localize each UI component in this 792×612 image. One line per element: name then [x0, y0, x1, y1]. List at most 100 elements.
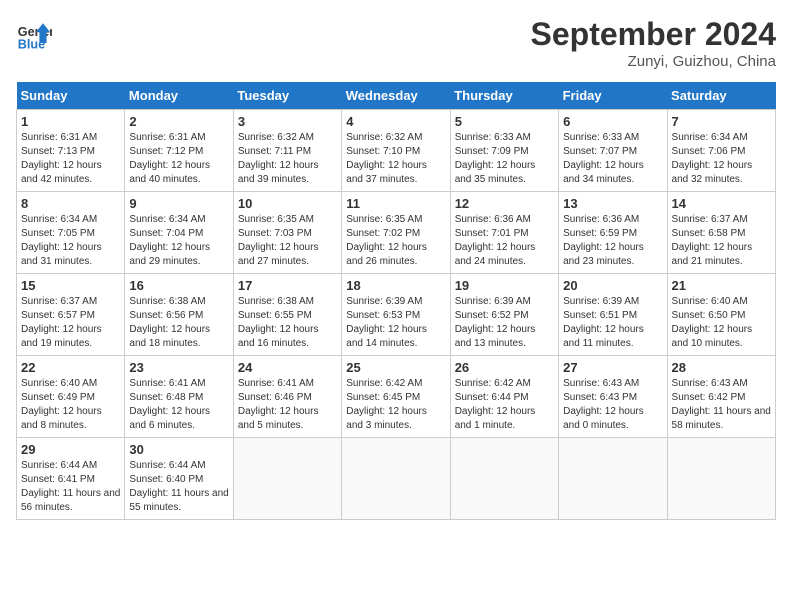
calendar-cell: 15Sunrise: 6:37 AMSunset: 6:57 PMDayligh… [17, 274, 125, 356]
calendar-week-0: 1Sunrise: 6:31 AMSunset: 7:13 PMDaylight… [17, 110, 776, 192]
day-number: 20 [563, 278, 662, 293]
cell-info: Sunrise: 6:34 AMSunset: 7:05 PMDaylight:… [21, 213, 120, 269]
day-number: 22 [21, 360, 120, 375]
location: Zunyi, Guizhou, China [531, 53, 776, 70]
calendar-cell: 26 Sunrise: 6:42 AMSunset: 6:44 PMDayligh… [450, 356, 558, 438]
day-number: 18 [346, 278, 445, 293]
day-header-tuesday: Tuesday [233, 82, 341, 110]
calendar-cell: 23 Sunrise: 6:41 AMSunset: 6:48 PMDayligh… [125, 356, 233, 438]
day-number: 13 [563, 196, 662, 211]
day-number: 21 [672, 278, 771, 293]
cell-info: Sunrise: 6:41 AMSunset: 6:46 PMDaylight:… [238, 377, 337, 433]
cell-info: Sunrise: 6:35 AMSunset: 7:03 PMDaylight:… [238, 213, 337, 269]
day-number: 14 [672, 196, 771, 211]
calendar-cell: 9Sunrise: 6:34 AMSunset: 7:04 PMDaylight… [125, 192, 233, 274]
title-block: September 2024 Zunyi, Guizhou, China [531, 16, 776, 70]
cell-info: Sunrise: 6:44 AMSunset: 6:41 PMDaylight:… [21, 459, 120, 515]
cell-info: Sunrise: 6:36 AMSunset: 6:59 PMDaylight:… [563, 213, 662, 269]
calendar-cell: 17 Sunrise: 6:38 AMSunset: 6:55 PMDayligh… [233, 274, 341, 356]
calendar-cell: 29Sunrise: 6:44 AMSunset: 6:41 PMDayligh… [17, 438, 125, 520]
cell-info: Sunrise: 6:37 AMSunset: 6:58 PMDaylight:… [672, 213, 771, 269]
day-number: 19 [455, 278, 554, 293]
cell-info: Sunrise: 6:32 AMSunset: 7:10 PMDaylight:… [346, 131, 445, 187]
cell-info: Sunrise: 6:42 AMSunset: 6:45 PMDaylight:… [346, 377, 445, 433]
cell-info: Sunrise: 6:43 AMSunset: 6:43 PMDaylight:… [563, 377, 662, 433]
calendar-table: SundayMondayTuesdayWednesdayThursdayFrid… [16, 82, 776, 520]
day-header-wednesday: Wednesday [342, 82, 450, 110]
calendar-cell: 21 Sunrise: 6:40 AMSunset: 6:50 PMDayligh… [667, 274, 775, 356]
calendar-cell: 18 Sunrise: 6:39 AMSunset: 6:53 PMDayligh… [342, 274, 450, 356]
cell-info: Sunrise: 6:38 AMSunset: 6:56 PMDaylight:… [129, 295, 228, 351]
cell-info: Sunrise: 6:31 AMSunset: 7:12 PMDaylight:… [129, 131, 228, 187]
calendar-cell: 5Sunrise: 6:33 AMSunset: 7:09 PMDaylight… [450, 110, 558, 192]
calendar-cell: 13 Sunrise: 6:36 AMSunset: 6:59 PMDayligh… [559, 192, 667, 274]
day-number: 27 [563, 360, 662, 375]
calendar-week-3: 22 Sunrise: 6:40 AMSunset: 6:49 PMDayligh… [17, 356, 776, 438]
logo: General Blue [16, 16, 52, 52]
calendar-header-row: SundayMondayTuesdayWednesdayThursdayFrid… [17, 82, 776, 110]
day-number: 10 [238, 196, 337, 211]
day-header-friday: Friday [559, 82, 667, 110]
day-number: 7 [672, 114, 771, 129]
day-number: 1 [21, 114, 120, 129]
calendar-cell: 22 Sunrise: 6:40 AMSunset: 6:49 PMDayligh… [17, 356, 125, 438]
calendar-cell: 4Sunrise: 6:32 AMSunset: 7:10 PMDaylight… [342, 110, 450, 192]
day-number: 2 [129, 114, 228, 129]
day-number: 26 [455, 360, 554, 375]
day-number: 23 [129, 360, 228, 375]
calendar-cell: 8 Sunrise: 6:34 AMSunset: 7:05 PMDaylight… [17, 192, 125, 274]
day-number: 12 [455, 196, 554, 211]
calendar-cell: 28 Sunrise: 6:43 AMSunset: 6:42 PMDayligh… [667, 356, 775, 438]
cell-info: Sunrise: 6:39 AMSunset: 6:51 PMDaylight:… [563, 295, 662, 351]
calendar-cell: 20 Sunrise: 6:39 AMSunset: 6:51 PMDayligh… [559, 274, 667, 356]
month-year: September 2024 [531, 16, 776, 53]
cell-info: Sunrise: 6:32 AMSunset: 7:11 PMDaylight:… [238, 131, 337, 187]
cell-info: Sunrise: 6:40 AMSunset: 6:50 PMDaylight:… [672, 295, 771, 351]
calendar-cell: 7Sunrise: 6:34 AMSunset: 7:06 PMDaylight… [667, 110, 775, 192]
day-number: 28 [672, 360, 771, 375]
calendar-body: 1Sunrise: 6:31 AMSunset: 7:13 PMDaylight… [17, 110, 776, 520]
day-number: 9 [129, 196, 228, 211]
day-number: 15 [21, 278, 120, 293]
calendar-week-1: 8 Sunrise: 6:34 AMSunset: 7:05 PMDaylight… [17, 192, 776, 274]
cell-info: Sunrise: 6:39 AMSunset: 6:52 PMDaylight:… [455, 295, 554, 351]
calendar-cell: 10 Sunrise: 6:35 AMSunset: 7:03 PMDayligh… [233, 192, 341, 274]
calendar-cell [559, 438, 667, 520]
day-number: 24 [238, 360, 337, 375]
calendar-cell: 2 Sunrise: 6:31 AMSunset: 7:12 PMDaylight… [125, 110, 233, 192]
day-header-monday: Monday [125, 82, 233, 110]
calendar-cell [450, 438, 558, 520]
day-number: 17 [238, 278, 337, 293]
cell-info: Sunrise: 6:33 AMSunset: 7:07 PMDaylight:… [563, 131, 662, 187]
calendar-cell: 16 Sunrise: 6:38 AMSunset: 6:56 PMDayligh… [125, 274, 233, 356]
cell-info: Sunrise: 6:43 AMSunset: 6:42 PMDaylight:… [672, 377, 771, 433]
day-number: 30 [129, 442, 228, 457]
day-number: 8 [21, 196, 120, 211]
calendar-cell: 19 Sunrise: 6:39 AMSunset: 6:52 PMDayligh… [450, 274, 558, 356]
calendar-cell: 6Sunrise: 6:33 AMSunset: 7:07 PMDaylight… [559, 110, 667, 192]
page-header: General Blue September 2024 Zunyi, Guizh… [16, 16, 776, 70]
calendar-cell: 25Sunrise: 6:42 AMSunset: 6:45 PMDayligh… [342, 356, 450, 438]
calendar-cell: 30Sunrise: 6:44 AMSunset: 6:40 PMDayligh… [125, 438, 233, 520]
day-number: 3 [238, 114, 337, 129]
calendar-cell: 27 Sunrise: 6:43 AMSunset: 6:43 PMDayligh… [559, 356, 667, 438]
calendar-cell: 12Sunrise: 6:36 AMSunset: 7:01 PMDayligh… [450, 192, 558, 274]
day-number: 5 [455, 114, 554, 129]
day-number: 16 [129, 278, 228, 293]
cell-info: Sunrise: 6:41 AMSunset: 6:48 PMDaylight:… [129, 377, 228, 433]
day-header-saturday: Saturday [667, 82, 775, 110]
cell-info: Sunrise: 6:39 AMSunset: 6:53 PMDaylight:… [346, 295, 445, 351]
calendar-cell [342, 438, 450, 520]
day-header-thursday: Thursday [450, 82, 558, 110]
calendar-week-4: 29Sunrise: 6:44 AMSunset: 6:41 PMDayligh… [17, 438, 776, 520]
day-number: 11 [346, 196, 445, 211]
cell-info: Sunrise: 6:35 AMSunset: 7:02 PMDaylight:… [346, 213, 445, 269]
calendar-week-2: 15Sunrise: 6:37 AMSunset: 6:57 PMDayligh… [17, 274, 776, 356]
day-header-sunday: Sunday [17, 82, 125, 110]
cell-info: Sunrise: 6:38 AMSunset: 6:55 PMDaylight:… [238, 295, 337, 351]
cell-info: Sunrise: 6:42 AMSunset: 6:44 PMDaylight:… [455, 377, 554, 433]
logo-icon: General Blue [16, 16, 52, 52]
cell-info: Sunrise: 6:40 AMSunset: 6:49 PMDaylight:… [21, 377, 120, 433]
calendar-cell [667, 438, 775, 520]
calendar-cell [233, 438, 341, 520]
